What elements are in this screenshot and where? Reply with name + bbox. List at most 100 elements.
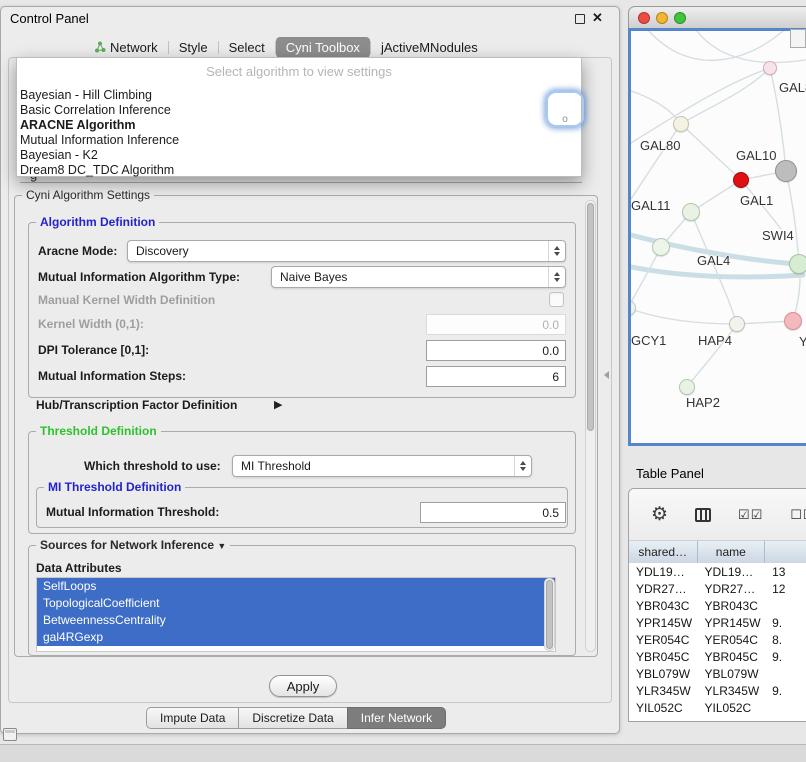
float-window-icon[interactable] [575,14,585,24]
bottom-tab-infer-network[interactable]: Infer Network [347,707,446,729]
table-cell: YBR043C [629,599,698,613]
table-cell: YBR043C [698,599,766,613]
network-node[interactable] [652,238,670,256]
algorithm-option[interactable]: Mutual Information Inference [17,133,581,148]
table-cell: 8. [765,633,806,647]
table-cell: YDR27… [698,582,766,596]
node-label: HAP2 [686,395,720,410]
network-node[interactable] [763,61,777,75]
network-window-titlebar[interactable] [628,6,806,28]
data-attributes-label: Data Attributes [36,561,122,575]
sources-group-title[interactable]: Sources for Network Inference ▼ [36,538,230,552]
node-label: GAL11 [631,198,671,213]
table-row[interactable]: YIL052CYIL052C [629,699,806,716]
algorithm-option[interactable]: Bayesian - K2 [17,148,581,163]
table-row[interactable]: YBR043CYBR043C [629,597,806,614]
algorithm-option[interactable]: Dream8 DC_TDC Algorithm [17,163,581,178]
mi-steps-input[interactable]: 6 [426,366,566,387]
minimize-traffic-light[interactable] [656,12,668,24]
docked-panel-icon[interactable] [3,728,17,741]
tab-cyni-toolbox[interactable]: Cyni Toolbox [276,37,370,58]
tab-label: jActiveMNodules [381,37,478,58]
data-attribute-item[interactable]: SelfLoops [37,578,555,595]
table-panel-title: Table Panel [636,466,704,481]
combo-arrows-icon [548,267,565,287]
mi-type-label: Mutual Information Algorithm Type: [38,270,240,284]
aracne-mode-select[interactable]: Discovery [127,240,566,262]
bottom-tab-discretize-data[interactable]: Discretize Data [238,707,347,729]
settings-scrollbar-thumb[interactable] [587,203,594,431]
network-canvas[interactable]: GAL8GAL80GAL10GAL11GAL1SWI4GAL4GCY1HAP4Y… [631,31,806,443]
data-attribute-item[interactable]: BetweennessCentrality [37,612,555,629]
table-row[interactable]: YPR145WYPR145W9. [629,614,806,631]
zoom-traffic-light[interactable] [674,12,686,24]
deselect-all-icon[interactable]: ☐☐ [790,507,806,523]
tab-select[interactable]: Select [219,37,275,58]
gear-icon[interactable]: ⚙ [651,505,668,525]
dpi-tolerance-input[interactable]: 0.0 [426,340,566,361]
data-attribute-item[interactable]: gal4RGexp [37,629,555,646]
show-columns-icon[interactable] [695,508,711,522]
table-row[interactable]: YER054CYER054C8. [629,631,806,648]
manual-kernel-width-checkbox[interactable] [549,292,564,307]
which-threshold-label: Which threshold to use: [84,459,221,473]
node-label: Y [799,334,806,349]
control-panel-tabs: Network Style SelectCyni Toolbox jActiveMNo… [84,36,488,58]
focused-control-fragment[interactable]: o [546,91,584,127]
table-row[interactable]: YDR27…YDR27…12 [629,580,806,597]
table-header: shared…name [629,541,806,563]
threshold-definition-title: Threshold Definition [36,424,161,438]
data-attribute-item[interactable]: TopologicalCoefficient [37,595,555,612]
tab-jactivemnodules[interactable]: jActiveMNodules [371,37,488,58]
network-node[interactable] [682,203,700,221]
table-cell: YER054C [698,633,766,647]
algorithm-options-list: Bayesian - Hill ClimbingBasic Correlatio… [17,88,581,178]
bottom-tab-impute-data[interactable]: Impute Data [146,707,239,729]
mi-threshold-label: Mutual Information Threshold: [46,505,219,519]
table-cell: YPR145W [698,616,766,630]
network-node[interactable] [784,312,802,330]
table-cell: YBL079W [629,667,698,681]
node-label: GAL8 [779,80,806,95]
network-node[interactable] [729,316,745,332]
expand-arrow-icon[interactable]: ▶ [274,398,282,411]
panel-collapse-arrow[interactable] [604,371,609,379]
mi-algorithm-type-select[interactable]: Naive Bayes [271,266,566,288]
table-row[interactable]: YBL079WYBL079W [629,665,806,682]
tab-label: Style [179,37,208,58]
algorithm-popup-header: Select algorithm to view settings [17,58,581,88]
close-traffic-light[interactable] [638,12,650,24]
table-cell: 9. [765,616,806,630]
algorithm-option[interactable]: Bayesian - Hill Climbing [17,88,581,103]
mi-threshold-input[interactable]: 0.5 [420,502,566,523]
settings-scrollbar[interactable] [585,200,596,652]
network-node[interactable] [733,172,749,188]
algorithm-option[interactable]: Basic Correlation Inference [17,103,581,118]
bottom-tabs: Impute DataDiscretize DataInfer Network [146,707,446,729]
network-node[interactable] [789,254,806,274]
tab-style[interactable]: Style [169,37,218,58]
attributes-scrollbar[interactable] [544,578,555,651]
apply-button[interactable]: Apply [269,675,337,697]
data-attributes-list[interactable]: SelfLoopsTopologicalCoefficientBetweenne… [36,577,556,652]
network-node[interactable] [679,379,695,395]
table-cell: 13 [765,565,806,579]
attributes-scrollbar-thumb[interactable] [546,580,553,649]
mi-type-value: Naive Bayes [272,270,548,284]
algorithm-option[interactable]: ARACNE Algorithm [17,118,581,133]
column-header[interactable] [765,541,806,563]
network-node[interactable] [673,116,689,132]
table-row[interactable]: YLR345WYLR345W9. [629,682,806,699]
tab-network[interactable]: Network [84,37,168,58]
table-row[interactable]: YDL19…YDL19…13 [629,563,806,580]
threshold-type-select[interactable]: MI Threshold [232,455,532,477]
select-all-icon[interactable]: ☑☑ [738,507,763,523]
column-header[interactable]: shared… [629,541,698,563]
table-row[interactable]: YBR045CYBR045C9. [629,648,806,665]
kernel-width-input[interactable]: 0.0 [426,314,566,335]
column-header[interactable]: name [698,541,766,563]
network-window: GAL8GAL80GAL10GAL11GAL1SWI4GAL4GCY1HAP4Y… [628,28,806,446]
network-toolbar-fragment [790,29,806,48]
network-node[interactable] [775,160,797,182]
close-icon[interactable]: ✕ [592,10,603,26]
